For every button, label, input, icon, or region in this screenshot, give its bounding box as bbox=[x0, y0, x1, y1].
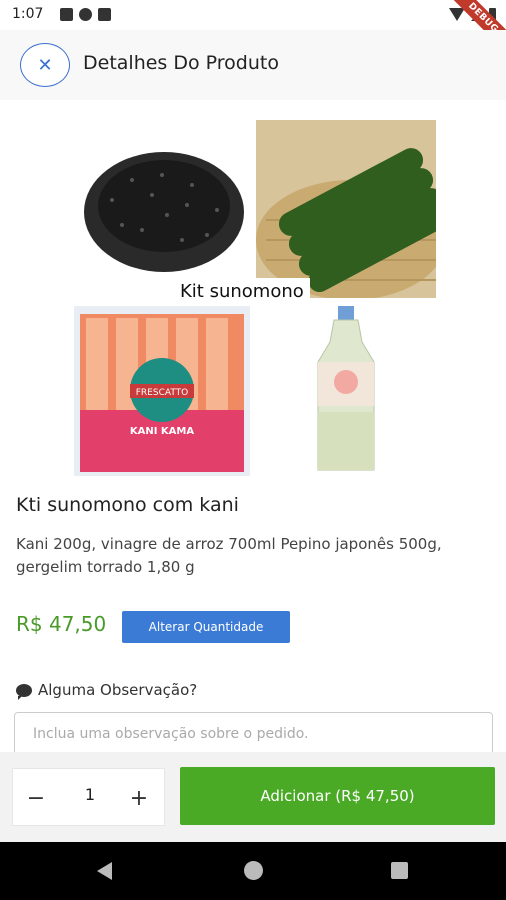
recent-apps-icon[interactable] bbox=[391, 862, 408, 879]
vinegar-bottle-image bbox=[256, 302, 436, 480]
increase-quantity-button[interactable]: + bbox=[122, 781, 156, 815]
back-icon[interactable] bbox=[97, 862, 112, 880]
decrease-quantity-button[interactable]: − bbox=[19, 781, 53, 815]
close-icon: ✕ bbox=[37, 54, 53, 76]
kani-brand-text: FRESCATTO bbox=[136, 388, 189, 398]
system-nav-bar bbox=[0, 842, 506, 900]
product-image: FRESCATTO KANI KAMA Kit sunomono bbox=[72, 120, 436, 480]
notification-p-icon bbox=[79, 8, 92, 21]
notification-icons bbox=[60, 8, 111, 21]
product-image-label: Kit sunomono bbox=[174, 278, 310, 305]
status-bar: 1:07 DEBUG bbox=[0, 0, 506, 56]
home-icon[interactable] bbox=[244, 861, 263, 880]
status-time: 1:07 bbox=[12, 6, 44, 22]
observation-label: Alguma Observação? bbox=[16, 681, 198, 700]
add-to-cart-button[interactable]: Adicionar (R$ 47,50) bbox=[180, 767, 495, 825]
cucumbers-image bbox=[256, 120, 436, 298]
product-name: Kti sunomono com kani bbox=[16, 494, 239, 516]
kani-kama-package-image: FRESCATTO KANI KAMA bbox=[72, 302, 252, 480]
close-button[interactable]: ✕ bbox=[20, 43, 70, 87]
quantity-value: 1 bbox=[84, 785, 96, 804]
wifi-icon bbox=[449, 8, 465, 21]
product-price: R$ 47,50 bbox=[16, 612, 107, 636]
sd-card-icon bbox=[98, 8, 111, 21]
action-bar: − 1 + Adicionar (R$ 47,50) bbox=[0, 752, 506, 842]
observation-label-text: Alguma Observação? bbox=[38, 681, 198, 699]
observation-input[interactable] bbox=[14, 712, 493, 756]
quantity-stepper: − 1 + bbox=[12, 768, 165, 826]
notification-a-icon bbox=[60, 8, 73, 21]
sesame-seeds-image bbox=[72, 120, 252, 298]
page-title: Detalhes Do Produto bbox=[83, 52, 279, 74]
app-bar: ✕ Detalhes Do Produto bbox=[0, 30, 506, 100]
kani-label-text: KANI KAMA bbox=[130, 426, 194, 437]
chat-icon bbox=[16, 683, 32, 700]
product-description: Kani 200g, vinagre de arroz 700ml Pepino… bbox=[16, 535, 442, 576]
change-quantity-button[interactable]: Alterar Quantidade bbox=[122, 611, 290, 643]
